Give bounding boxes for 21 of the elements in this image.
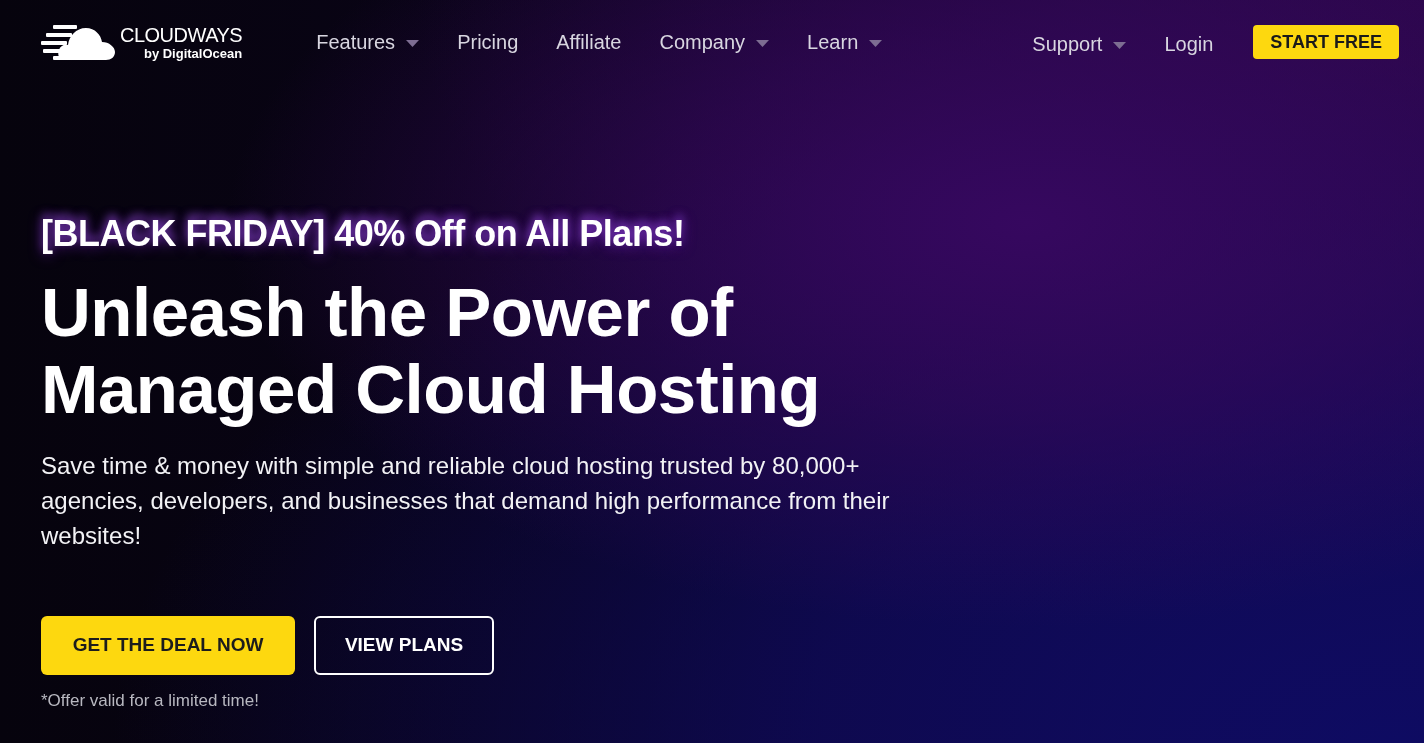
nav-link[interactable]: Affiliate	[556, 27, 622, 57]
deal-button[interactable]: GET THE DEAL NOW	[41, 616, 295, 675]
start-free-button[interactable]: START FREE	[1253, 25, 1399, 59]
nav-menu[interactable]: Learn	[807, 27, 883, 57]
nav-menu[interactable]: Company	[659, 27, 770, 57]
nav-link[interactable]: Login	[1164, 29, 1214, 59]
nav-menu[interactable]: Features	[316, 27, 420, 57]
hero-headline: Unleash the Power of Managed Cloud Hosting	[41, 274, 822, 428]
caret-icon	[406, 39, 420, 47]
hero-description: Save time & money with simple and reliable cloud hosting trusted by 80,000+ agencies, developers, and businesses that demand high performance from their websites!	[41, 451, 891, 551]
view-plans-button[interactable]: VIEW PLANS	[314, 616, 494, 675]
caret-icon	[1113, 41, 1127, 49]
promo-heading: [BLACK FRIDAY] 40% Off on All Plans!	[41, 212, 686, 256]
offer-note: *Offer valid for a limited time!	[41, 690, 260, 712]
cloud-logo-icon[interactable]	[41, 22, 116, 62]
brand-byline: by DigitalOcean	[143, 46, 243, 60]
nav-link[interactable]: Pricing	[457, 27, 519, 57]
caret-icon	[869, 39, 883, 47]
brand-name: CLOUDWAYS	[120, 24, 243, 45]
caret-icon	[756, 39, 770, 47]
nav-menu[interactable]: Support	[1032, 29, 1127, 59]
